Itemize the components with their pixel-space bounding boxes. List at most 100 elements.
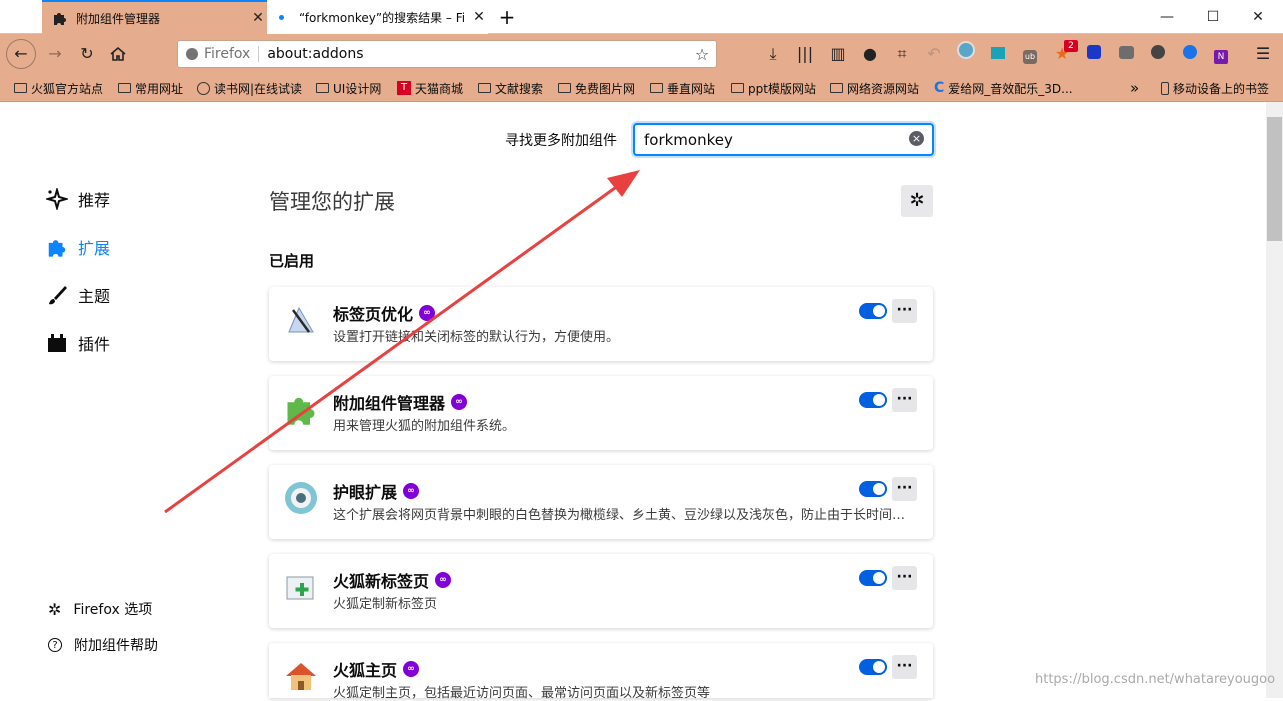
bookmark-label: 垂直网站 bbox=[667, 81, 716, 96]
bookmark-label: 免费图片网 bbox=[575, 81, 636, 96]
undo-icon[interactable]: ↶ bbox=[921, 41, 947, 67]
bookmark-item[interactable]: C 爱给网_音效配乐_3D... bbox=[934, 78, 1073, 98]
bookmark-item[interactable]: 网络资源网站 bbox=[830, 78, 919, 98]
more-options-button[interactable]: ··· bbox=[892, 566, 917, 590]
private-browsing-badge-icon: ∞ bbox=[435, 572, 452, 588]
more-options-button[interactable]: ··· bbox=[892, 299, 917, 323]
bookmark-item-mobile[interactable]: 移动设备上的书签 bbox=[1161, 78, 1269, 98]
addons-help-link[interactable]: ? 附加组件帮助 bbox=[48, 635, 158, 655]
sidebar-item-recommendations[interactable]: 推荐 bbox=[46, 186, 110, 212]
more-options-button[interactable]: ··· bbox=[892, 388, 917, 412]
bookmark-item[interactable]: 读书网|在线试读 bbox=[197, 78, 302, 98]
sidebar-item-label: 扩展 bbox=[78, 239, 111, 258]
arrow-left-icon: ← bbox=[14, 44, 28, 63]
folder-icon bbox=[558, 83, 571, 93]
close-window-button[interactable]: ✕ bbox=[1238, 5, 1278, 29]
extension-card[interactable]: 火狐主页 ∞ 火狐定制主页，包括最近访问页面、最常访问页面以及新标签页等 ··· bbox=[269, 643, 933, 701]
bookmark-item[interactable]: 垂直网站 bbox=[650, 78, 715, 98]
gear-icon: ✲ bbox=[48, 599, 62, 619]
aigei-icon: C bbox=[934, 80, 945, 96]
bug-icon[interactable] bbox=[1081, 41, 1107, 67]
reload-button[interactable]: ↻ bbox=[74, 41, 100, 67]
url-text[interactable]: about:addons bbox=[259, 46, 688, 62]
tab-optimizer-icon bbox=[283, 302, 319, 338]
sidebar-item-plugins[interactable]: 插件 bbox=[46, 330, 110, 356]
enable-toggle[interactable] bbox=[859, 392, 887, 408]
addons-search-input[interactable]: forkmonkey bbox=[633, 123, 934, 156]
extension-description: 设置打开链接和关闭标签的默认行为，方便使用。 bbox=[333, 330, 620, 345]
section-heading-enabled: 已启用 bbox=[269, 252, 315, 270]
bookmark-item[interactable]: 火狐官方站点 bbox=[14, 78, 103, 98]
more-options-button[interactable]: ··· bbox=[892, 655, 917, 679]
menu-icon[interactable]: ☰ bbox=[1250, 41, 1276, 67]
help-icon: ? bbox=[48, 638, 62, 652]
back-button[interactable]: ← bbox=[6, 39, 36, 69]
screenshot-icon[interactable]: ⌗ bbox=[889, 41, 915, 67]
bookmark-label: UI设计网 bbox=[333, 81, 382, 96]
bookmark-item[interactable]: 文献搜索 bbox=[478, 78, 543, 98]
enable-toggle[interactable] bbox=[859, 659, 887, 675]
tab-search-results[interactable]: “forkmonkey”的搜索结果 – Fi ✕ bbox=[267, 0, 488, 34]
identity-box[interactable]: Firefox bbox=[178, 46, 260, 62]
account-icon[interactable]: ● bbox=[857, 41, 883, 67]
tools-gear-button[interactable]: ✲ bbox=[901, 185, 933, 217]
extension-gear-icon[interactable] bbox=[1145, 41, 1171, 67]
eye-care-icon bbox=[283, 480, 319, 516]
onenote-icon[interactable]: N bbox=[1208, 41, 1234, 67]
extension-card[interactable]: 标签页优化 ∞ 设置打开链接和关闭标签的默认行为，方便使用。 ··· bbox=[269, 287, 933, 361]
translate-icon[interactable] bbox=[1113, 41, 1139, 67]
refresh-extension-icon[interactable] bbox=[1177, 41, 1203, 67]
close-tab-icon[interactable]: ✕ bbox=[470, 9, 488, 25]
minimize-button[interactable]: — bbox=[1147, 5, 1187, 29]
puzzle-icon bbox=[46, 236, 68, 258]
bookmark-item[interactable]: UI设计网 bbox=[316, 78, 381, 98]
url-bar[interactable]: Firefox about:addons ☆ bbox=[177, 40, 717, 68]
sidebar-item-themes[interactable]: 主题 bbox=[46, 282, 110, 308]
eye-care-icon[interactable] bbox=[953, 41, 979, 67]
bookmark-label: ppt模版网站 bbox=[748, 81, 816, 96]
enable-toggle[interactable] bbox=[859, 570, 887, 586]
bookmarks-toolbar bbox=[0, 74, 1283, 102]
bookmark-item[interactable]: 常用网址 bbox=[118, 78, 183, 98]
bookmarks-overflow-icon[interactable]: » bbox=[1130, 78, 1139, 98]
maximize-button[interactable]: ☐ bbox=[1193, 5, 1233, 29]
sync-tabs-icon[interactable] bbox=[985, 41, 1011, 67]
plugin-icon bbox=[46, 332, 68, 354]
bookmark-item[interactable]: T 天猫商城 bbox=[397, 78, 463, 98]
folder-icon bbox=[118, 83, 131, 93]
folder-icon bbox=[316, 83, 329, 93]
more-options-button[interactable]: ··· bbox=[892, 477, 917, 501]
library-icon[interactable]: ||| bbox=[792, 41, 818, 67]
sidebar-icon[interactable]: ▥ bbox=[825, 41, 851, 67]
bookmark-label: 常用网址 bbox=[135, 81, 184, 96]
watermark-text: https://blog.csdn.net/whatareyougoo bbox=[1035, 672, 1276, 687]
enable-toggle[interactable] bbox=[859, 481, 887, 497]
new-tab-page-icon bbox=[283, 569, 319, 605]
extension-name: 火狐新标签页 bbox=[333, 572, 430, 591]
bookmark-label: 读书网|在线试读 bbox=[214, 81, 303, 96]
firefox-logo-icon bbox=[186, 48, 198, 60]
ublock-icon[interactable]: ub bbox=[1017, 41, 1043, 67]
home-button[interactable] bbox=[105, 41, 131, 67]
folder-icon bbox=[650, 83, 663, 93]
enable-toggle[interactable] bbox=[859, 303, 887, 319]
extension-card[interactable]: 附加组件管理器 ∞ 用来管理火狐的附加组件系统。 ··· bbox=[269, 376, 933, 450]
tab-label: “forkmonkey”的搜索结果 – Fi bbox=[299, 10, 466, 25]
clear-search-icon[interactable]: × bbox=[909, 131, 924, 146]
private-browsing-badge-icon: ∞ bbox=[419, 305, 436, 321]
bookmark-star-icon[interactable]: ☆ bbox=[688, 45, 716, 64]
downloads-icon[interactable]: ⤓ bbox=[760, 41, 786, 67]
bookmark-item[interactable]: 免费图片网 bbox=[558, 78, 635, 98]
close-tab-icon[interactable]: ✕ bbox=[249, 10, 267, 26]
extension-description: 火狐定制主页，包括最近访问页面、最常访问页面以及新标签页等 bbox=[333, 686, 711, 701]
extension-card[interactable]: 火狐新标签页 ∞ 火狐定制新标签页 ··· bbox=[269, 554, 933, 628]
bookmark-item[interactable]: ppt模版网站 bbox=[731, 78, 816, 98]
forward-button[interactable]: → bbox=[42, 41, 68, 67]
tab-addons-manager[interactable]: 附加组件管理器 ✕ bbox=[42, 0, 267, 34]
sidebar-item-extensions[interactable]: 扩展 bbox=[46, 234, 110, 260]
extension-card[interactable]: 护眼扩展 ∞ 这个扩展会将网页背景中刺眼的白色替换为橄榄绿、乡土黄、豆沙绿以及浅灰… bbox=[269, 465, 933, 539]
firefox-options-link[interactable]: ✲ Firefox 选项 bbox=[48, 599, 152, 619]
scrollbar-thumb[interactable] bbox=[1267, 117, 1282, 241]
new-tab-button[interactable]: + bbox=[494, 4, 520, 30]
search-label: 寻找更多附加组件 bbox=[505, 133, 617, 149]
